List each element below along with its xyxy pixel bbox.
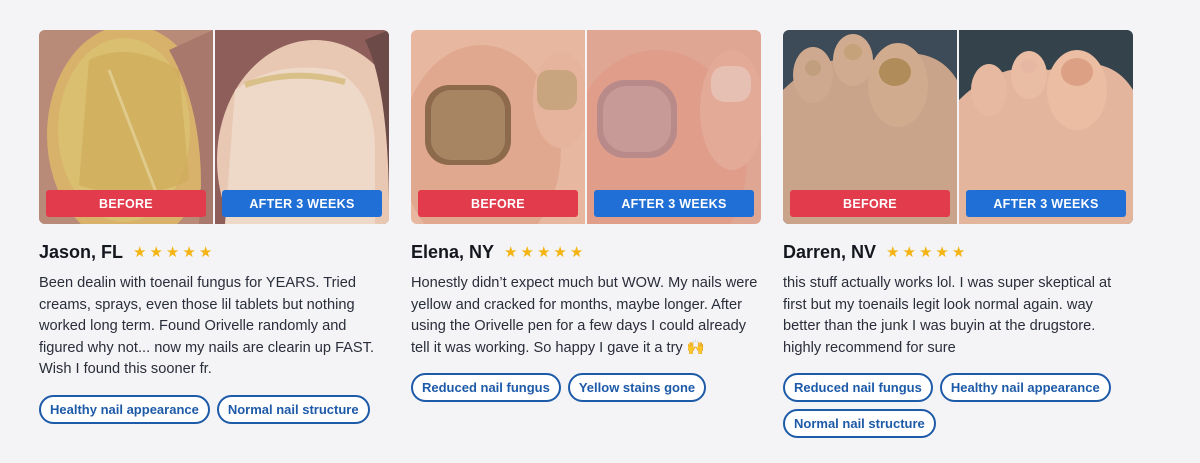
review-card: BEFORE AFTER 3 WEEKS Darren, NV ★ ★ ★ ★ … xyxy=(783,30,1133,439)
star-icon: ★ xyxy=(569,243,584,261)
after-image: AFTER 3 WEEKS xyxy=(587,30,761,224)
star-rating: ★ ★ ★ ★ ★ xyxy=(133,245,212,260)
before-after-photo: BEFORE AFTER 3 WEEKS xyxy=(411,30,761,224)
after-badge: AFTER 3 WEEKS xyxy=(222,190,382,217)
review-text: this stuff actually works lol. I was sup… xyxy=(783,275,1112,356)
benefit-tag: Yellow stains gone xyxy=(567,373,707,403)
star-icon: ★ xyxy=(902,243,916,261)
benefit-tag: Reduced nail fungus xyxy=(783,373,933,403)
star-icon: ★ xyxy=(133,243,147,261)
benefit-tags: Healthy nail appearance Normal nail stru… xyxy=(39,394,389,424)
reviewer-name: Jason, FL xyxy=(39,241,124,262)
after-badge: AFTER 3 WEEKS xyxy=(966,190,1126,217)
testimonials-row: BEFORE AFTER 3 WEEKS Jason, FL ★ ★ ★ ★ ★… xyxy=(0,0,1200,463)
before-image: BEFORE xyxy=(39,30,213,224)
star-icon: ★ xyxy=(935,243,949,261)
before-image: BEFORE xyxy=(411,30,585,224)
review-card: BEFORE AFTER 3 WEEKS Jason, FL ★ ★ ★ ★ ★… xyxy=(39,30,389,424)
after-image: AFTER 3 WEEKS xyxy=(959,30,1133,224)
star-icon: ★ xyxy=(182,243,196,261)
star-icon: ★ xyxy=(198,243,213,261)
star-icon: ★ xyxy=(520,243,534,261)
before-badge: BEFORE xyxy=(418,190,578,217)
benefit-tags: Reduced nail fungus Healthy nail appeara… xyxy=(783,373,1133,439)
benefit-tag: Healthy nail appearance xyxy=(39,394,210,424)
review-text: Been dealin with toenail fungus for YEAR… xyxy=(39,275,374,378)
star-icon: ★ xyxy=(504,243,518,261)
benefit-tag: Normal nail structure xyxy=(783,409,936,439)
before-badge: BEFORE xyxy=(46,190,206,217)
star-rating: ★ ★ ★ ★ ★ xyxy=(886,245,965,260)
before-after-photo: BEFORE AFTER 3 WEEKS xyxy=(39,30,389,224)
star-icon: ★ xyxy=(951,243,966,261)
benefit-tags: Reduced nail fungus Yellow stains gone xyxy=(411,373,761,403)
benefit-tag: Reduced nail fungus xyxy=(411,373,561,403)
after-image: AFTER 3 WEEKS xyxy=(215,30,389,224)
after-badge: AFTER 3 WEEKS xyxy=(594,190,754,217)
before-image: BEFORE xyxy=(783,30,957,224)
benefit-tag: Healthy nail appearance xyxy=(939,373,1111,403)
review-text: Honestly didn’t expect much but WOW. My … xyxy=(411,275,758,356)
review-card: BEFORE AFTER 3 WEEKS Elena, NY ★ ★ ★ ★ ★… xyxy=(411,30,761,403)
before-after-photo: BEFORE AFTER 3 WEEKS xyxy=(783,30,1133,224)
star-icon: ★ xyxy=(165,243,180,261)
star-icon: ★ xyxy=(149,243,163,261)
star-icon: ★ xyxy=(886,243,900,261)
reviewer-name: Darren, NV xyxy=(783,241,877,262)
reviewer-name: Elena, NY xyxy=(411,241,495,262)
before-badge: BEFORE xyxy=(790,190,950,217)
star-rating: ★ ★ ★ ★ ★ xyxy=(504,245,583,260)
star-icon: ★ xyxy=(918,243,933,261)
star-icon: ★ xyxy=(536,243,551,261)
benefit-tag: Normal nail structure xyxy=(216,394,370,424)
star-icon: ★ xyxy=(553,243,567,261)
